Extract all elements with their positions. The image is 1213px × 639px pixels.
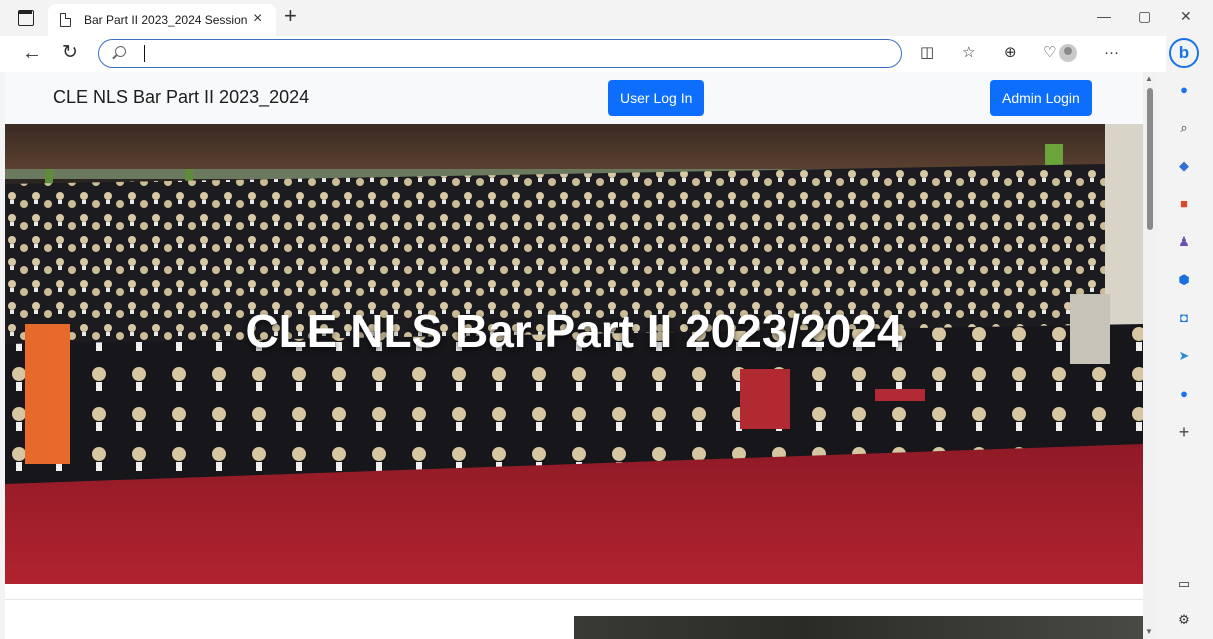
- toolbox-icon[interactable]: ■: [1176, 196, 1192, 212]
- page-scrollbar[interactable]: ▲ ▼: [1143, 72, 1157, 639]
- browser-toolbar: ← ↻ ◫ ☆ ⊕ ♡ ···: [0, 36, 1166, 72]
- site-navbar: CLE NLS Bar Part II 2023_2024 User Log I…: [5, 72, 1143, 124]
- address-input[interactable]: [139, 44, 879, 64]
- bing-copilot-icon[interactable]: b: [1169, 38, 1199, 68]
- collections-icon[interactable]: ⊕: [1004, 43, 1017, 63]
- tab-strip: Bar Part II 2023_2024 Session × + — ▢ ✕: [0, 0, 1213, 36]
- minimize-button[interactable]: —: [1097, 6, 1111, 26]
- sidebar-toggle-icon[interactable]: ▭: [1176, 576, 1192, 592]
- new-tab-button[interactable]: +: [284, 4, 297, 28]
- user-login-button[interactable]: User Log In: [608, 80, 705, 116]
- games-icon[interactable]: ♟: [1176, 234, 1192, 250]
- favorites-icon[interactable]: ☆: [962, 43, 975, 63]
- restore-button[interactable]: ▢: [1138, 6, 1151, 26]
- reading-view-icon[interactable]: ◫: [920, 43, 934, 63]
- browser-essentials-icon[interactable]: ♡: [1043, 43, 1056, 63]
- scroll-up-icon[interactable]: ▲: [1145, 74, 1153, 83]
- page-icon: [60, 13, 71, 27]
- bell-icon[interactable]: ●: [1176, 82, 1192, 98]
- tag-icon[interactable]: ◆: [1176, 158, 1192, 174]
- add-icon[interactable]: +: [1176, 423, 1192, 441]
- google-icon[interactable]: ●: [1176, 386, 1192, 402]
- section-divider: [5, 599, 1143, 600]
- close-window-button[interactable]: ✕: [1180, 6, 1192, 26]
- edge-sidebar: b ● ⌕ ◆ ■ ♟ ⬢ ◘ ➤ ● + ▭ ⚙: [1166, 36, 1213, 639]
- site-brand[interactable]: CLE NLS Bar Part II 2023_2024: [53, 87, 309, 108]
- tab-actions-icon[interactable]: [18, 10, 34, 26]
- settings-icon[interactable]: ⚙: [1176, 612, 1192, 628]
- web-page: CLE NLS Bar Part II 2023_2024 User Log I…: [5, 72, 1143, 639]
- outlook-icon[interactable]: ◘: [1176, 310, 1192, 326]
- scroll-down-icon[interactable]: ▼: [1145, 627, 1153, 636]
- back-button[interactable]: ←: [22, 42, 42, 64]
- section-image: [574, 616, 1143, 639]
- send-icon[interactable]: ➤: [1176, 348, 1192, 364]
- refresh-button[interactable]: ↻: [62, 42, 78, 64]
- scroll-thumb[interactable]: [1147, 88, 1153, 230]
- tab-close-button[interactable]: ×: [253, 9, 262, 29]
- more-icon[interactable]: ···: [1104, 43, 1119, 63]
- search-icon: [115, 46, 126, 57]
- address-bar[interactable]: [98, 39, 902, 68]
- hero-banner: CLE NLS Bar Part II 2023/2024: [5, 124, 1143, 584]
- profile-icon[interactable]: [1059, 44, 1077, 62]
- browser-tab[interactable]: Bar Part II 2023_2024 Session ×: [48, 4, 276, 36]
- admin-login-button[interactable]: Admin Login: [990, 80, 1092, 116]
- office-icon[interactable]: ⬢: [1176, 272, 1192, 288]
- hero-title: CLE NLS Bar Part II 2023/2024: [245, 305, 903, 357]
- tab-title: Bar Part II 2023_2024 Session: [84, 13, 248, 27]
- search-icon[interactable]: ⌕: [1176, 120, 1192, 136]
